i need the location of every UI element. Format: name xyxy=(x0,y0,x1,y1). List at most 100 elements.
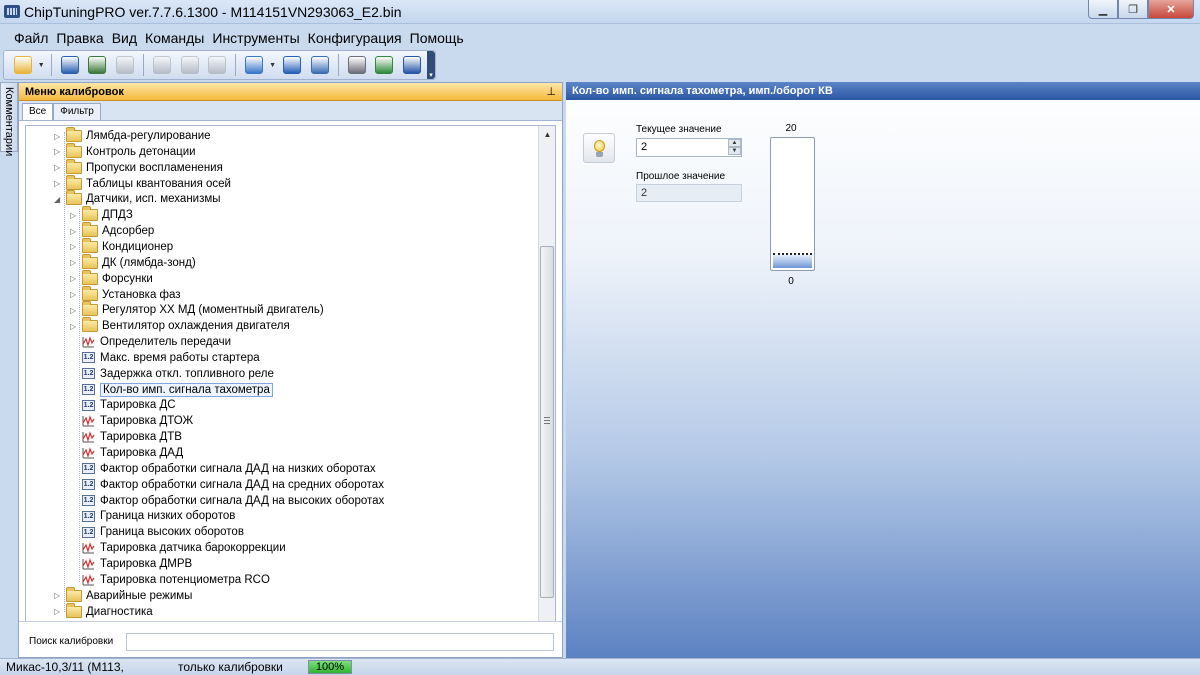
calibration-tabs: Все Фильтр xyxy=(19,101,562,121)
expand-arrow-icon[interactable]: ▷ xyxy=(70,290,80,299)
expand-arrow-icon[interactable]: ▷ xyxy=(54,607,64,616)
tree-item[interactable]: 1.2 Фактор обработки сигнала ДАД на низки… xyxy=(70,461,376,477)
tree-item[interactable]: ▷ ДПДЗ xyxy=(70,206,133,223)
tools-button[interactable] xyxy=(344,53,370,77)
tree-item[interactable]: ▷ Пропуски воспламенения xyxy=(54,158,223,176)
tree-item[interactable]: Тарировка потенциометра RCO xyxy=(70,572,270,588)
tree-item[interactable]: Тарировка датчика барокоррекции xyxy=(70,540,286,556)
expand-arrow-icon[interactable]: ▷ xyxy=(54,132,64,141)
menu-edit[interactable]: Правка xyxy=(52,27,107,49)
graph-icon xyxy=(82,415,95,427)
tree-item[interactable]: Определитель передачи xyxy=(70,334,231,350)
menu-help[interactable]: Помощь xyxy=(406,27,468,49)
folder-icon xyxy=(82,269,98,285)
menu-file[interactable]: Файл xyxy=(10,27,52,49)
tree-item[interactable]: Тарировка ДТВ xyxy=(70,429,182,445)
current-value-input[interactable]: 2 xyxy=(636,138,742,157)
tree-item[interactable]: ▷ Диагностика xyxy=(54,602,153,620)
dropdown-arrow-icon[interactable]: ▼ xyxy=(269,62,277,69)
tree-item-label: Таблицы квантования осей xyxy=(86,177,231,190)
tree-item[interactable]: 1.2 Фактор обработки сигнала ДАД на высок… xyxy=(70,493,384,509)
dropdown-arrow-icon[interactable]: ▼ xyxy=(38,62,46,69)
pin-icon[interactable]: ⊥ xyxy=(546,85,556,98)
status-progress-label: 100% xyxy=(315,661,345,673)
tree-item[interactable]: ▷ Аварийные режимы xyxy=(54,586,192,604)
tree-item[interactable]: ▷ Вентилятор охлаждения двигателя xyxy=(70,317,290,334)
zoom-button[interactable] xyxy=(307,53,333,77)
tree-item[interactable]: 1.2 Фактор обработки сигнала ДАД на средн… xyxy=(70,477,384,493)
tree-item[interactable]: Тарировка ДМРВ xyxy=(70,556,192,572)
expand-arrow-icon[interactable]: ▷ xyxy=(70,242,80,251)
previous-value-label: Прошлое значение xyxy=(636,171,726,182)
tree-item-label: Регулятор ХХ МД (моментный двигатель) xyxy=(102,304,324,317)
navigate-button[interactable] xyxy=(279,53,305,77)
current-value-label: Текущее значение xyxy=(636,124,722,135)
spin-up-icon[interactable]: ▲ xyxy=(728,139,741,147)
expand-arrow-icon[interactable]: ▷ xyxy=(54,147,64,156)
tree-item[interactable]: 1.2 Задержка откл. топливного реле xyxy=(70,366,274,382)
tree-item[interactable]: ▷ Лямбда-регулирование xyxy=(54,127,211,144)
toolbar-separator xyxy=(50,54,52,76)
menu-view[interactable]: Вид xyxy=(108,27,141,49)
menu-configuration[interactable]: Конфигурация xyxy=(304,27,406,49)
scroll-thumb[interactable] xyxy=(540,246,554,598)
tree-item[interactable]: ▷ Кондиционер xyxy=(70,237,173,255)
comments-side-tab[interactable]: Комментарии xyxy=(0,82,18,156)
folder-icon xyxy=(66,174,82,190)
status-ecu-info: Микас-10,3/11 (М113, xyxy=(6,660,124,674)
gauge-min-label: 0 xyxy=(788,276,794,287)
tree-item[interactable]: ▷ Установка фаз xyxy=(70,285,181,303)
toolbar-overflow-icon[interactable]: ▾ xyxy=(427,51,435,79)
window-title: ChipTuningPRO ver.7.7.6.1300 - M114151VN… xyxy=(24,4,402,20)
scroll-up-arrow-icon[interactable]: ▲ xyxy=(539,126,555,143)
tree-item[interactable]: 1.2 Тарировка ДС xyxy=(70,397,176,413)
tree-scrollbar[interactable]: ▲ ▼ xyxy=(538,126,555,652)
expand-arrow-icon[interactable]: ▷ xyxy=(54,591,64,600)
tree-item[interactable]: 1.2 Граница высоких оборотов xyxy=(70,524,244,540)
close-button[interactable]: ✕ xyxy=(1148,0,1194,19)
tree-item[interactable]: ▷ Таблицы квантования осей xyxy=(54,174,231,192)
minimize-button[interactable]: ▁ xyxy=(1088,0,1118,19)
menu-tools[interactable]: Инструменты xyxy=(208,27,303,49)
expand-arrow-icon[interactable]: ▷ xyxy=(70,306,80,315)
calibration-search-label: Поиск калибровки xyxy=(29,636,114,647)
expand-arrow-icon[interactable]: ▷ xyxy=(54,179,64,188)
expand-arrow-icon[interactable]: ▷ xyxy=(70,211,80,220)
tree-item[interactable]: ▷ Адсорбер xyxy=(70,222,154,239)
folder-icon xyxy=(82,237,98,253)
tree-item-label: Пропуски воспламенения xyxy=(86,161,223,174)
maximize-button[interactable]: ❐ xyxy=(1118,0,1148,19)
tree-item[interactable]: Тарировка ДАД xyxy=(70,445,183,461)
tree-item[interactable]: Тарировка ДТОЖ xyxy=(70,413,193,429)
open-button[interactable] xyxy=(10,53,36,77)
tab-all[interactable]: Все xyxy=(22,103,54,120)
expand-arrow-icon[interactable]: ▷ xyxy=(70,258,80,267)
tree-item[interactable]: 1.2 Граница низких оборотов xyxy=(70,508,235,524)
lightbulb-button[interactable] xyxy=(583,133,615,163)
calibration-editor-panel: Кол-во имп. сигнала тахометра, имп./обор… xyxy=(566,82,1200,658)
expand-arrow-icon[interactable]: ▷ xyxy=(54,163,64,172)
help-button[interactable] xyxy=(399,53,425,77)
compare-button[interactable] xyxy=(241,53,267,77)
save-button[interactable] xyxy=(57,53,83,77)
calibration-search-input[interactable] xyxy=(126,633,554,651)
expand-arrow-icon[interactable]: ▷ xyxy=(70,227,80,236)
tab-filter[interactable]: Фильтр xyxy=(53,103,101,120)
menu-commands[interactable]: Команды xyxy=(141,27,208,49)
connect-button[interactable] xyxy=(371,53,397,77)
value-gauge[interactable] xyxy=(770,137,815,271)
tree-item[interactable]: ▷ Форсунки xyxy=(70,269,153,287)
tree-item[interactable]: ▷ Регулятор ХХ МД (моментный двигатель) xyxy=(70,301,324,318)
expand-arrow-icon[interactable]: ▷ xyxy=(70,322,80,331)
undo-icon xyxy=(208,56,227,74)
tree-item[interactable]: 1.2 Макс. время работы стартера xyxy=(70,350,260,366)
expand-arrow-icon[interactable]: ▷ xyxy=(70,274,80,283)
tree-item[interactable]: ◢ Датчики, исп. механизмы xyxy=(54,190,221,207)
tree-item[interactable]: ▷ Контроль детонации xyxy=(54,142,196,160)
current-value-spinner: ▲ ▼ xyxy=(728,139,741,156)
tree-item[interactable]: ▷ ДК (лямбда-зонд) xyxy=(70,253,196,271)
spin-down-icon[interactable]: ▼ xyxy=(728,147,741,155)
save-as-button[interactable] xyxy=(84,53,110,77)
collapse-arrow-icon[interactable]: ◢ xyxy=(54,195,64,204)
tree-item[interactable]: 1.2 Кол-во имп. сигнала тахометра xyxy=(70,382,273,398)
